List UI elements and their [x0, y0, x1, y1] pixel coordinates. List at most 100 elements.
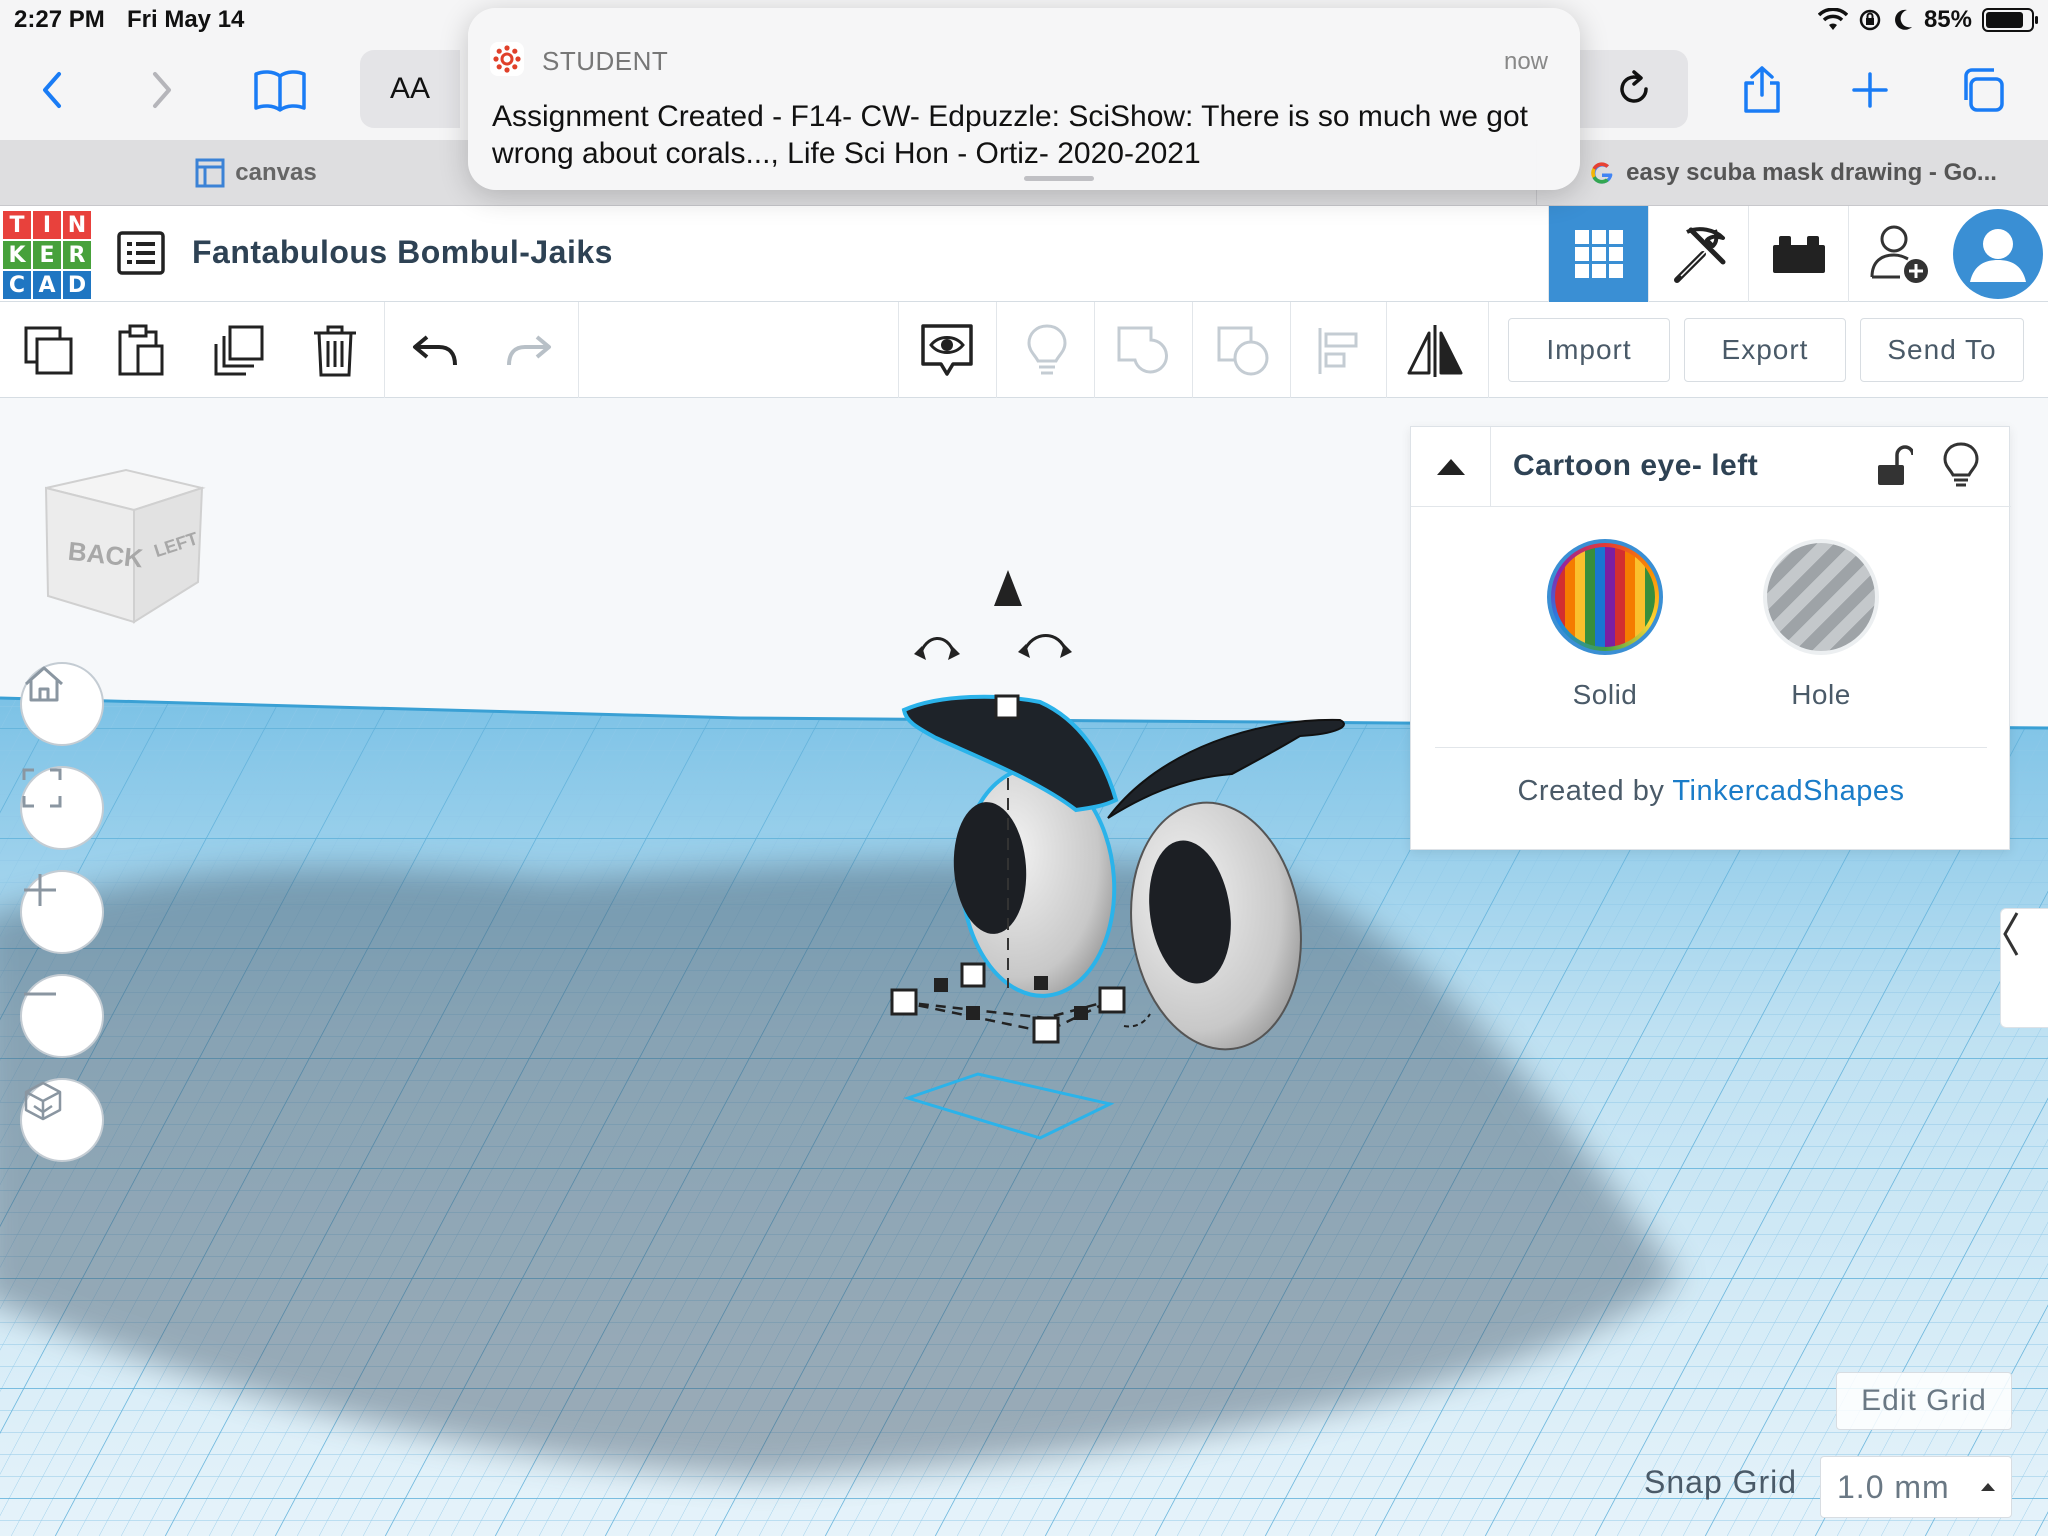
delete-button[interactable]: [300, 316, 370, 386]
eye-comment-icon: [921, 324, 973, 376]
design-title[interactable]: Fantabulous Bombul-Jaiks: [192, 234, 613, 271]
handle-top[interactable]: [994, 694, 1020, 720]
credit-author-link[interactable]: TinkercadShapes: [1672, 775, 1904, 807]
send-to-button[interactable]: Send To: [1860, 318, 2024, 382]
status-date: Fri May 14: [127, 6, 245, 33]
reader-options-button[interactable]: AA: [360, 50, 460, 128]
lift-arrow-handle[interactable]: [994, 570, 1022, 606]
tab-canvas-label: canvas: [235, 159, 317, 186]
handle-corner-back[interactable]: [960, 962, 986, 988]
solid-label: Solid: [1572, 679, 1638, 710]
3d-design-view-button[interactable]: [1548, 206, 1648, 302]
copy-button[interactable]: [14, 316, 84, 386]
back-button[interactable]: [20, 58, 84, 122]
plus-icon: [1852, 72, 1888, 108]
group-button[interactable]: [1108, 316, 1178, 386]
align-button[interactable]: [1304, 316, 1374, 386]
chevron-right-icon: [153, 72, 171, 108]
export-button[interactable]: Export: [1684, 318, 1846, 382]
logo-letter: A: [32, 270, 62, 300]
minecraft-view-button[interactable]: [1648, 206, 1748, 302]
solid-swatch[interactable]: [1547, 539, 1663, 655]
share-icon: [1744, 66, 1780, 113]
notification-time: now: [1503, 48, 1548, 75]
import-button[interactable]: Import: [1508, 318, 1670, 382]
lock-button[interactable]: [1873, 443, 1915, 489]
view-cube[interactable]: BACK LEFT: [42, 458, 212, 628]
edit-grid-button[interactable]: Edit Grid: [1836, 1372, 2012, 1430]
copy-icon: [24, 326, 73, 375]
redo-button[interactable]: [494, 316, 564, 386]
paste-button[interactable]: [106, 316, 176, 386]
caret-up-icon: [1981, 1483, 1995, 1491]
zoom-in-button[interactable]: [20, 870, 104, 954]
inspector-collapse-button[interactable]: [1411, 427, 1491, 507]
lightbulb-icon: [1943, 442, 1979, 487]
tab-canvas[interactable]: canvas: [0, 140, 512, 206]
tabs-overview-button[interactable]: [1950, 58, 2014, 122]
grid-icon: [1574, 230, 1623, 278]
triangle-up-icon: [1436, 459, 1465, 475]
share-button[interactable]: [1730, 58, 1794, 122]
canvas-favicon-icon: [195, 158, 225, 188]
undo-button[interactable]: [400, 316, 470, 386]
notification-grabber[interactable]: [1024, 176, 1094, 181]
shape-credit: Created by TinkercadShapes: [1411, 775, 2011, 808]
snap-grid-select[interactable]: 1.0 mm: [1820, 1456, 2012, 1518]
tinkercad-logo[interactable]: TINKERCAD: [2, 210, 92, 300]
handle-corner-front[interactable]: [1032, 1016, 1060, 1044]
chevron-left-icon: [43, 72, 61, 108]
unlock-icon: [1878, 445, 1915, 485]
inspector-title[interactable]: Cartoon eye- left: [1513, 449, 1758, 483]
handle-corner-left[interactable]: [890, 988, 918, 1016]
hide-shape-button[interactable]: [1941, 441, 1981, 489]
fit-view-button[interactable]: [20, 766, 104, 850]
rotate-handle-left[interactable]: [918, 637, 956, 657]
brick-icon: [1772, 236, 1825, 273]
bricks-view-button[interactable]: [1748, 206, 1848, 302]
redo-icon: [507, 335, 551, 366]
mirror-icon: [1407, 325, 1463, 377]
logo-letter: I: [32, 210, 62, 240]
mirror-button[interactable]: [1400, 316, 1470, 386]
reload-icon: [1620, 70, 1648, 103]
notes-button[interactable]: [912, 316, 982, 386]
new-tab-button[interactable]: [1838, 58, 1902, 122]
snap-grid-value: 1.0 mm: [1837, 1468, 1950, 1505]
undo-icon: [413, 335, 457, 366]
forward-button[interactable]: [130, 58, 194, 122]
moon-icon: [1895, 9, 1912, 30]
hole-swatch[interactable]: [1763, 539, 1879, 655]
handle-corner-right[interactable]: [1098, 986, 1126, 1014]
logo-letter: E: [32, 240, 62, 270]
status-time: 2:27 PM: [14, 6, 105, 33]
tab-google-search[interactable]: easy scuba mask drawing - Go...: [1536, 140, 2048, 206]
perspective-toggle-button[interactable]: [20, 1078, 104, 1162]
invite-user-button[interactable]: [1848, 206, 1948, 302]
duplicate-icon: [214, 325, 264, 376]
user-avatar-button[interactable]: [1948, 206, 2048, 302]
pickaxe-icon: [1673, 227, 1725, 283]
zoom-out-button[interactable]: [20, 974, 104, 1058]
shapes-panel-toggle[interactable]: [2000, 908, 2048, 1028]
ungroup-icon: [1217, 326, 1269, 376]
reload-button[interactable]: [1580, 50, 1688, 128]
clipboard-icon: [118, 324, 164, 376]
trash-icon: [314, 325, 356, 377]
design-menu-button[interactable]: [116, 230, 166, 276]
duplicate-button[interactable]: [204, 316, 274, 386]
notification-banner[interactable]: STUDENT now Assignment Created - F14- CW…: [468, 8, 1580, 190]
tabs-icon: [1964, 68, 2004, 112]
home-view-button[interactable]: [20, 662, 104, 746]
lightbulb-icon: [1027, 324, 1067, 375]
logo-letter: K: [2, 240, 32, 270]
book-icon: [254, 70, 306, 112]
show-all-button[interactable]: [1012, 316, 1082, 386]
fit-icon: [22, 768, 62, 808]
plus-icon: [24, 874, 56, 906]
rotate-handle-right[interactable]: [1022, 634, 1068, 653]
bookmarks-button[interactable]: [248, 58, 312, 122]
ungroup-button[interactable]: [1208, 316, 1278, 386]
canvas-app-icon: [490, 42, 524, 76]
add-user-icon: [1870, 225, 1928, 283]
